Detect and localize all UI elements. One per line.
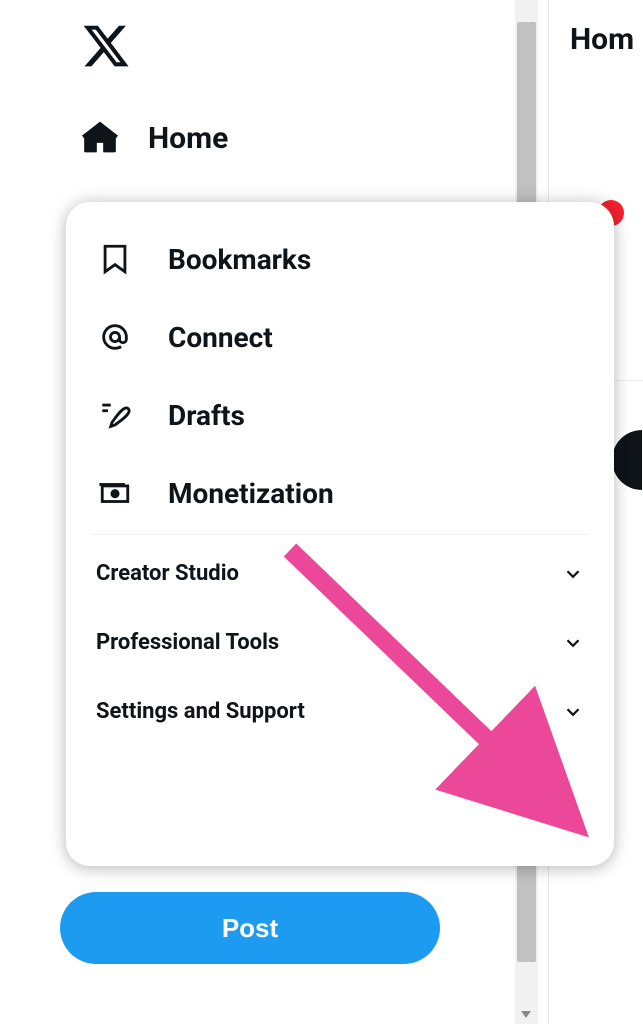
menu-item-drafts[interactable]: Drafts: [76, 376, 604, 454]
x-logo[interactable]: [80, 20, 132, 72]
at-icon: [96, 318, 134, 356]
scroll-up-arrow-icon[interactable]: [521, 6, 531, 13]
menu-item-label: Bookmarks: [168, 243, 311, 276]
nav-home[interactable]: Home: [80, 108, 540, 168]
monetization-icon: [96, 474, 134, 512]
expandable-creator-studio[interactable]: Creator Studio: [66, 539, 614, 608]
menu-item-label: Drafts: [168, 399, 245, 432]
post-button[interactable]: Post: [60, 892, 440, 964]
bookmark-icon: [96, 240, 134, 278]
scroll-down-arrow-icon[interactable]: [521, 1011, 531, 1018]
more-menu-popup: Bookmarks Connect Drafts Monetization: [66, 202, 614, 866]
menu-separator: [90, 534, 590, 535]
home-icon: [80, 118, 120, 158]
chevron-down-icon: [562, 701, 584, 723]
expandable-professional-tools[interactable]: Professional Tools: [66, 608, 614, 677]
expandable-label: Professional Tools: [96, 630, 279, 655]
expandable-label: Creator Studio: [96, 561, 239, 586]
post-button-label: Post: [222, 913, 278, 943]
menu-item-label: Connect: [168, 321, 273, 354]
chevron-down-icon: [562, 563, 584, 585]
avatar: [612, 430, 642, 490]
menu-item-monetization[interactable]: Monetization: [76, 454, 604, 532]
nav-home-label: Home: [148, 121, 228, 156]
chevron-down-icon: [562, 632, 584, 654]
expandable-label: Settings and Support: [96, 699, 305, 724]
feed-header-title: Hom: [570, 22, 634, 57]
drafts-icon: [96, 396, 134, 434]
menu-item-bookmarks[interactable]: Bookmarks: [76, 220, 604, 298]
menu-item-connect[interactable]: Connect: [76, 298, 604, 376]
menu-item-label: Monetization: [168, 477, 334, 510]
expandable-settings-support[interactable]: Settings and Support: [66, 677, 614, 746]
